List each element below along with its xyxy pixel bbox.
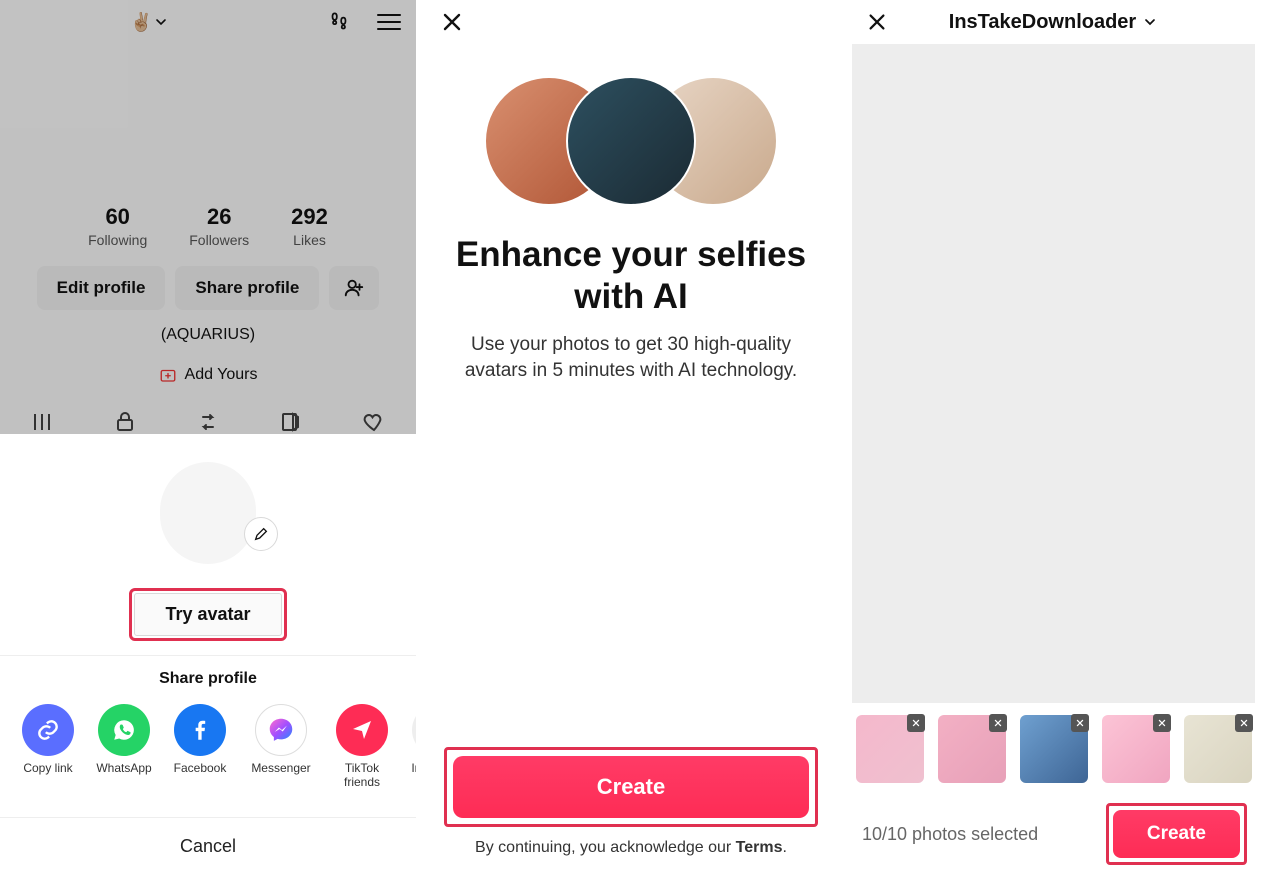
close-icon[interactable] [440,10,464,34]
photo-preview-area[interactable] [852,44,1255,703]
share-whatsapp[interactable]: WhatsApp [96,704,152,790]
share-label: Copy link [23,762,72,776]
ack-suffix: . [783,839,787,856]
pencil-icon [253,526,269,542]
share-tiktok-friends[interactable]: TikTok friends [334,704,390,790]
dim-overlay [0,0,416,434]
selection-count: 10/10 photos selected [862,824,1038,845]
remove-icon[interactable] [989,714,1007,732]
album-title: InsTakeDownloader [949,11,1136,34]
facebook-icon [174,704,226,756]
ack-prefix: By continuing, you acknowledge our [475,839,736,856]
selected-thumb[interactable] [1020,715,1088,783]
selected-thumb[interactable] [1102,715,1170,783]
create-button[interactable]: Create [453,756,809,818]
share-options-row[interactable]: Copy link WhatsApp Facebook Messenger Ti… [0,704,416,790]
photo-picker-screen: InsTakeDownloader 10/10 photos selected … [846,0,1261,875]
share-sheet-title: Share profile [159,670,257,688]
intro-header [416,0,846,44]
share-sheet: Try avatar Share profile Copy link Whats… [0,434,416,875]
send-icon [336,704,388,756]
intro-subtitle: Use your photos to get 30 high-quality a… [416,332,846,383]
terms-link[interactable]: Terms [736,839,783,856]
avatar-examples [416,76,846,206]
share-facebook[interactable]: Facebook [172,704,228,790]
remove-icon[interactable] [907,714,925,732]
album-dropdown[interactable]: InsTakeDownloader [949,11,1158,34]
create-highlight: Create [444,747,818,827]
try-avatar-highlight: Try avatar [129,588,286,641]
chevron-down-icon [1142,14,1158,30]
profile-screen: ✌🏼 60 Following 26 Followers 292 Lik [0,0,416,875]
ai-avatar-intro-screen: Enhance your selfies with AI Use your ph… [416,0,846,875]
acknowledge-text: By continuing, you acknowledge our Terms… [444,839,818,857]
link-icon [22,704,74,756]
share-label: Facebook [174,762,227,776]
remove-icon[interactable] [1153,714,1171,732]
share-copy-link[interactable]: Copy link [20,704,76,790]
picker-header: InsTakeDownloader [846,0,1261,44]
avatar-example-2 [566,76,696,206]
share-label: Messenger [251,762,310,776]
intro-title: Enhance your selfies with AI [416,234,846,318]
divider [0,655,416,656]
selected-thumb[interactable] [856,715,924,783]
selected-thumb[interactable] [1184,715,1252,783]
create-button[interactable]: Create [1113,810,1240,858]
profile-top-area: ✌🏼 60 Following 26 Followers 292 Lik [0,0,416,434]
avatar-placeholder [160,462,256,564]
close-icon[interactable] [866,11,888,33]
try-avatar-button[interactable]: Try avatar [134,593,281,636]
share-label: TikTok friends [334,762,390,790]
intro-footer: Create By continuing, you acknowledge ou… [416,747,846,875]
cancel-button[interactable]: Cancel [0,817,416,875]
create-highlight: Create [1106,803,1247,865]
selected-thumb[interactable] [938,715,1006,783]
whatsapp-icon [98,704,150,756]
edit-avatar-button[interactable] [244,517,278,551]
share-label: WhatsApp [96,762,151,776]
remove-icon[interactable] [1071,714,1089,732]
share-messenger[interactable]: Messenger [248,704,314,790]
messenger-icon [255,704,307,756]
selected-thumbnails-row[interactable] [846,703,1261,795]
remove-icon[interactable] [1235,714,1253,732]
picker-footer: 10/10 photos selected Create [846,795,1261,875]
